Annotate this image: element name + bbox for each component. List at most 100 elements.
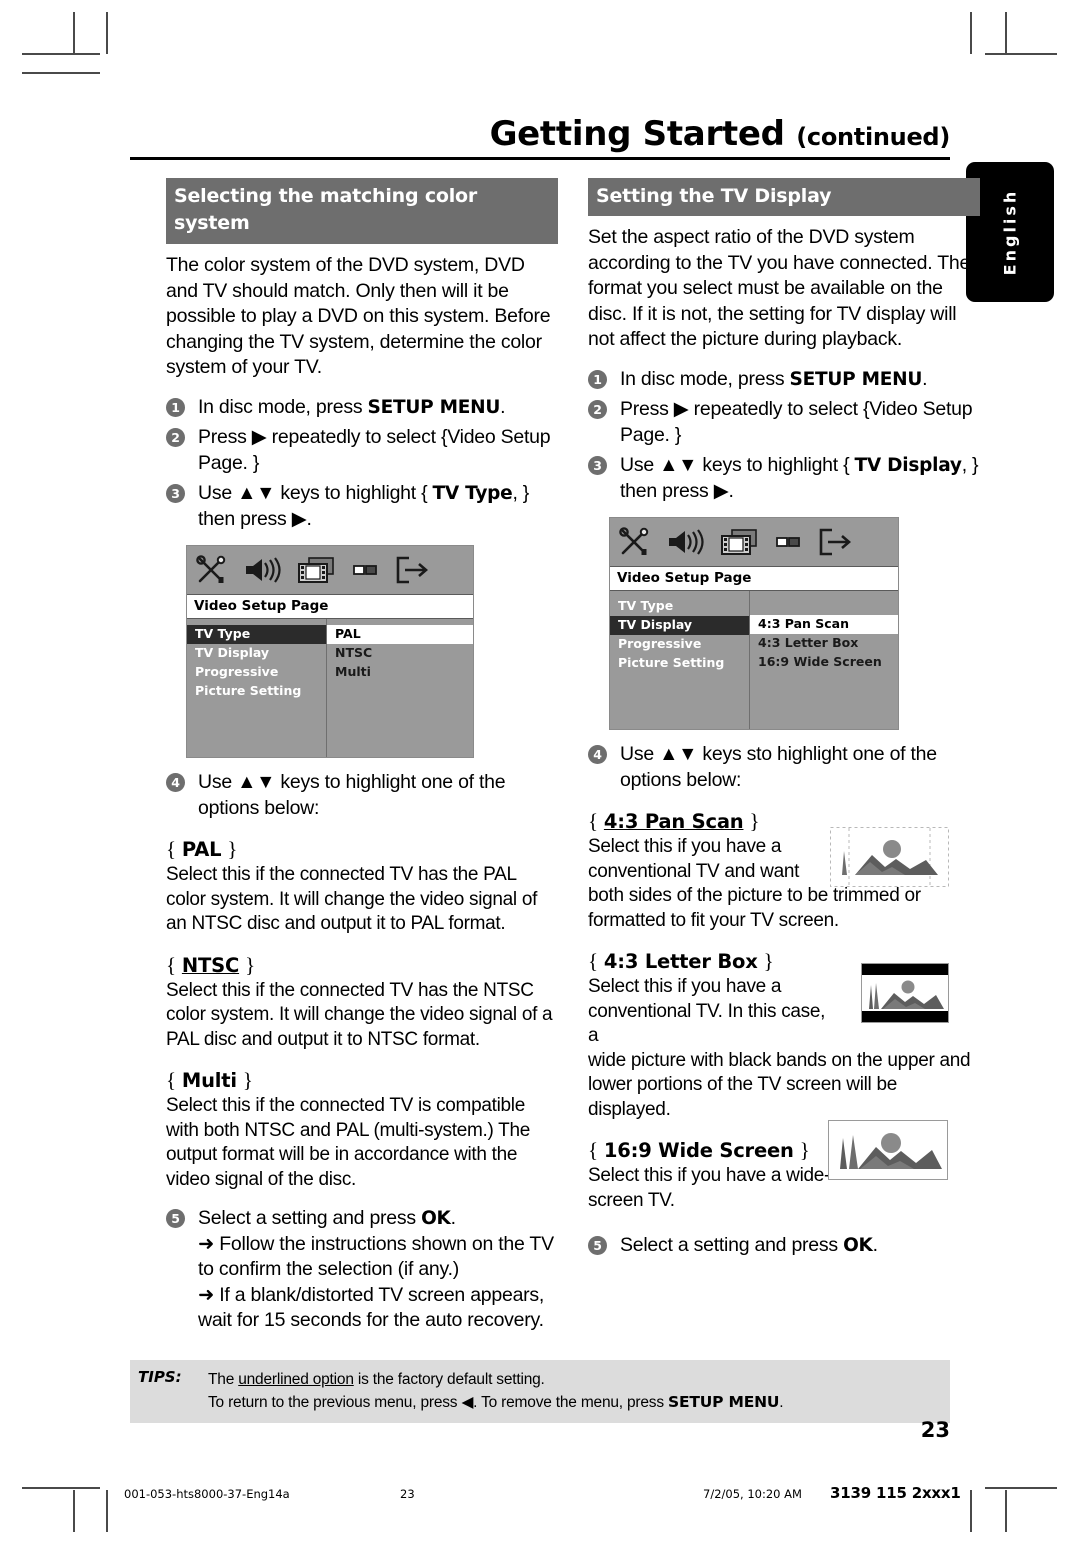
left-steps-list: 1 In disc mode, press SETUP MENU. 2 Press … — [166, 395, 558, 533]
option-desc-pal: Select this if the connected TV has the … — [166, 864, 538, 934]
brace-close: } — [749, 809, 760, 833]
option-title-ntsc: { NTSC } — [166, 953, 558, 978]
right-section-heading: Setting the TV Display — [588, 178, 980, 216]
left-section-heading: Selecting the matching color system — [166, 178, 558, 244]
osd-option-pal[interactable]: PAL — [327, 625, 473, 644]
crop-mark-top-left-vertical — [73, 12, 75, 54]
tips-line2-post: . — [779, 1394, 784, 1411]
brace-open: { — [166, 837, 176, 861]
step-number-badge: 1 — [166, 397, 185, 417]
brace-open: { — [166, 1068, 176, 1092]
left-step4-list: 4 Use ▲▼ keys to highlight one of the opt… — [166, 770, 558, 821]
exit-icon — [396, 556, 428, 584]
step-text-pre: Use ▲▼ keys to highlight { — [198, 482, 433, 504]
step-number-badge: 5 — [588, 1236, 607, 1255]
osd-title: Video Setup Page — [610, 566, 898, 591]
option-name: PAL — [181, 838, 222, 861]
page-number: 23 — [920, 1418, 950, 1442]
step-text: Use ▲▼ keys to highlight one of the opti… — [198, 771, 506, 819]
osd-menu-item-tv-display[interactable]: TV Display — [610, 616, 749, 635]
option-desc-pan-scan-narrow: Select this if you have a conventional T… — [588, 836, 800, 882]
option-desc-pan-scan-full: both sides of the picture to be trimmed … — [588, 885, 921, 931]
option-name: NTSC — [181, 953, 240, 977]
osd-option-letter-box[interactable]: 4:3 Letter Box — [750, 634, 898, 653]
brace-close: } — [242, 1068, 253, 1092]
letter-box-thumbnail — [861, 963, 949, 1023]
osd-menu-item-picture-setting[interactable]: Picture Setting — [187, 682, 326, 701]
tips-line1-post: is the factory default setting. — [353, 1371, 545, 1388]
crop-mark-top-left-horizontal-2 — [22, 72, 100, 74]
osd-menu-item-tv-type[interactable]: TV Type — [187, 625, 326, 644]
step-text-post: . — [922, 367, 928, 390]
osd-option-multi[interactable]: Multi — [327, 663, 473, 682]
step-text-pre: Press ▶ repeatedly to select {Video Setu… — [198, 426, 551, 474]
option-desc-wide-screen-narrow: Select this if you have a wide-screen TV… — [588, 1165, 831, 1211]
osd-menu-item-progressive[interactable]: Progressive — [610, 635, 749, 654]
pan-scan-thumbnail — [830, 827, 949, 887]
crop-mark-bottom-right-separator — [970, 1490, 972, 1532]
osd-option-wide-screen[interactable]: 16:9 Wide Screen — [750, 653, 898, 672]
brace-close: } — [227, 837, 238, 861]
option-title-pal: { PAL } — [166, 837, 558, 862]
step-text-bold: SETUP MENU — [367, 396, 501, 418]
crop-mark-bottom-right-vertical — [1005, 1490, 1007, 1532]
exit-icon — [819, 528, 851, 556]
osd-option-ntsc[interactable]: NTSC — [327, 644, 473, 663]
left-column: Selecting the matching color system The … — [166, 178, 558, 1339]
crop-mark-top-left-separator — [106, 12, 108, 54]
brace-open: { — [588, 1138, 598, 1162]
print-footer-code: 3139 115 2xxx1 — [830, 1484, 961, 1502]
step-text-post: . — [872, 1234, 878, 1256]
osd-body: TV Type TV Display Progressive Picture S… — [610, 591, 898, 729]
right-step5-list: 5 Select a setting and press OK. — [588, 1233, 980, 1259]
crop-mark-top-right-vertical — [1005, 12, 1007, 54]
osd-option-pan-scan[interactable]: 4:3 Pan Scan — [750, 615, 898, 634]
osd-menu-list: TV Type TV Display Progressive Picture S… — [187, 619, 327, 757]
osd-menu-item-progressive[interactable]: Progressive — [187, 663, 326, 682]
right-step-2: 2 Press ▶ repeatedly to select {Video Set… — [588, 397, 980, 448]
crop-mark-bottom-left-horizontal — [22, 1487, 100, 1489]
step-number-badge: 2 — [588, 400, 607, 419]
crop-mark-top-right-horizontal — [985, 53, 1057, 55]
tools-icon — [619, 527, 649, 555]
osd-option-list: PAL NTSC Multi — [327, 619, 473, 757]
print-footer-page: 23 — [400, 1487, 415, 1501]
speaker-icon — [669, 529, 704, 555]
step-text-pre: In disc mode, press — [620, 367, 790, 390]
preference-icon — [776, 537, 800, 547]
step-text-post: . — [450, 1207, 456, 1229]
osd-menu-item-picture-setting[interactable]: Picture Setting — [610, 654, 749, 673]
right-step4-list: 4 Use ▲▼ keys sto highlight one of the op… — [588, 742, 980, 793]
step-text-post: . — [500, 395, 506, 418]
step-text: Use ▲▼ keys sto highlight one of the opt… — [620, 743, 937, 791]
option-name: 16:9 Wide Screen — [603, 1139, 794, 1162]
page-title-suffix: (continued) — [796, 123, 950, 151]
left-step-3: 3 Use ▲▼ keys to highlight { TV Type, } t… — [166, 481, 558, 532]
tips-lines: The underlined option is the factory def… — [208, 1368, 950, 1414]
speaker-icon — [246, 557, 281, 583]
osd-menu-item-tv-type[interactable]: TV Type — [610, 597, 749, 616]
option-desc-ntsc: Select this if the connected TV has the … — [166, 979, 553, 1050]
crop-mark-bottom-right-horizontal — [985, 1487, 1057, 1489]
tips-line1-pre: The — [208, 1371, 239, 1388]
option-title-multi: { Multi } — [166, 1068, 558, 1093]
tips-label: TIPS: — [138, 1368, 182, 1386]
step-text-pre: Select a setting and press — [198, 1207, 422, 1229]
step-number-badge: 5 — [166, 1209, 185, 1228]
brace-open: { — [588, 949, 598, 973]
osd-menu-item-tv-display[interactable]: TV Display — [187, 644, 326, 663]
left-step5-list: 5 Select a setting and press OK. ➜ Follow… — [166, 1206, 558, 1334]
option-name: 4:3 Letter Box — [603, 950, 758, 973]
right-step-4: 4 Use ▲▼ keys sto highlight one of the op… — [588, 742, 980, 793]
osd-option-spacer — [750, 597, 898, 615]
option-desc-letter-box-narrow: Select this if you have a conventional T… — [588, 976, 826, 1046]
step-text-pre: In disc mode, press — [198, 395, 368, 418]
step-number-badge: 3 — [588, 456, 607, 475]
right-column: Setting the TV Display Set the aspect ra… — [588, 178, 980, 1264]
option-name: 4:3 Pan Scan — [603, 810, 744, 833]
option-desc-multi: Select this if the connected TV is compa… — [166, 1095, 531, 1190]
film-icon — [298, 557, 334, 583]
step-text-bold: OK — [421, 1208, 451, 1229]
crop-mark-bottom-left-vertical — [73, 1490, 75, 1532]
option-name: Multi — [181, 1069, 237, 1092]
